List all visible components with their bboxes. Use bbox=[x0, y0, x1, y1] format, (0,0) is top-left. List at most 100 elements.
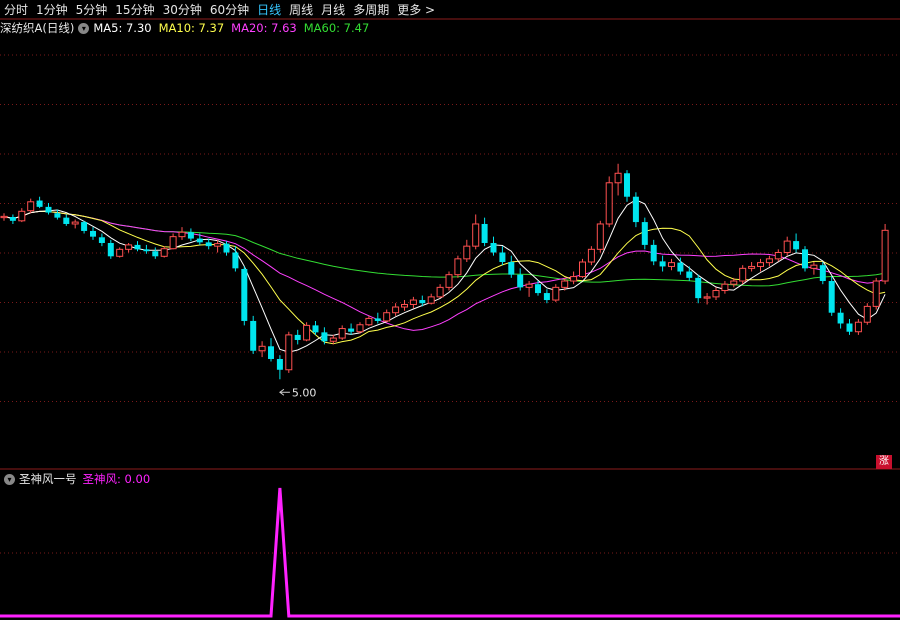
candle-body bbox=[348, 328, 355, 332]
candle-body bbox=[703, 296, 711, 299]
candle-body bbox=[285, 334, 293, 371]
candle-body bbox=[579, 261, 586, 278]
candle-body bbox=[27, 201, 35, 212]
candle-body bbox=[525, 283, 533, 288]
candle-body bbox=[863, 305, 871, 323]
candle-body bbox=[819, 265, 826, 282]
low-price-label: 5.00 bbox=[292, 386, 317, 399]
candle-body bbox=[178, 231, 186, 238]
candle-body bbox=[765, 258, 773, 264]
candle-body bbox=[668, 262, 675, 267]
candle-body bbox=[881, 229, 889, 282]
candle-body bbox=[9, 217, 16, 221]
candle-body bbox=[427, 296, 435, 304]
candle-body bbox=[329, 337, 337, 342]
candle-body bbox=[0, 215, 8, 219]
candle-body bbox=[241, 268, 248, 321]
ma5-line bbox=[3, 199, 886, 353]
candle-body bbox=[837, 312, 844, 324]
candle-body bbox=[561, 280, 569, 288]
candle-body bbox=[303, 324, 311, 341]
candle-body bbox=[187, 232, 194, 239]
candle-body bbox=[587, 248, 595, 263]
candle-body bbox=[730, 280, 738, 285]
candle-body bbox=[258, 345, 266, 352]
candle-body bbox=[321, 332, 328, 342]
candle-body bbox=[810, 264, 818, 269]
rise-badge: 涨 bbox=[876, 455, 892, 469]
candle-body bbox=[312, 325, 319, 333]
candle-body bbox=[854, 321, 862, 333]
candle-body bbox=[828, 281, 835, 313]
candle-body bbox=[739, 267, 747, 282]
candle-body bbox=[872, 280, 880, 307]
candle-body bbox=[490, 242, 497, 253]
candle-body bbox=[81, 222, 88, 231]
candle-body bbox=[614, 172, 622, 184]
kline-chart[interactable]: 5.00 bbox=[0, 0, 900, 620]
candle-body bbox=[543, 293, 550, 301]
candle-body bbox=[232, 252, 239, 269]
candle-body bbox=[686, 271, 693, 278]
candle-body bbox=[107, 242, 114, 257]
candle-body bbox=[409, 299, 417, 305]
candle-body bbox=[160, 248, 168, 257]
candle-body bbox=[605, 182, 613, 225]
candle-body bbox=[169, 236, 177, 250]
candle-body bbox=[650, 244, 657, 262]
candle-body bbox=[401, 303, 408, 308]
candle-body bbox=[205, 242, 212, 247]
candle-body bbox=[846, 323, 853, 332]
candle-body bbox=[677, 262, 684, 272]
candle-body bbox=[338, 328, 346, 339]
ma20-line bbox=[3, 210, 886, 331]
candle-body bbox=[392, 306, 400, 314]
candle-body bbox=[276, 358, 283, 370]
candle-body bbox=[214, 243, 222, 247]
candle-body bbox=[774, 252, 782, 260]
candle-body bbox=[356, 324, 364, 333]
candle-body bbox=[793, 241, 800, 250]
candle-body bbox=[98, 237, 105, 243]
candle-body bbox=[802, 249, 808, 269]
candle-body bbox=[472, 223, 480, 247]
candle-body bbox=[45, 206, 52, 213]
candle-body bbox=[116, 248, 124, 257]
candle-body bbox=[294, 334, 301, 340]
candle-body bbox=[374, 318, 381, 321]
candle-body bbox=[419, 300, 426, 304]
indicator-line bbox=[0, 487, 900, 618]
candle-body bbox=[250, 320, 257, 351]
candle-body bbox=[632, 196, 639, 223]
candle-body bbox=[517, 274, 524, 288]
candle-body bbox=[125, 244, 133, 250]
candle-body bbox=[71, 221, 79, 225]
candle-body bbox=[143, 249, 150, 252]
candle-body bbox=[481, 223, 488, 243]
candle-body bbox=[365, 317, 373, 326]
candle-body bbox=[268, 346, 274, 359]
candle-body bbox=[596, 223, 604, 250]
candle-body bbox=[624, 173, 630, 197]
candle-body bbox=[90, 230, 96, 237]
candle-body bbox=[641, 222, 648, 245]
candle-body bbox=[721, 283, 729, 292]
candle-body bbox=[508, 262, 515, 275]
candle-body bbox=[54, 213, 61, 218]
candle-body bbox=[196, 238, 203, 243]
candle-body bbox=[570, 276, 578, 282]
candle-body bbox=[223, 243, 230, 253]
candle-body bbox=[659, 261, 666, 267]
candle-body bbox=[463, 245, 471, 260]
candle-body bbox=[36, 200, 43, 207]
candle-body bbox=[436, 286, 444, 298]
candle-body bbox=[383, 312, 391, 322]
candle-body bbox=[757, 262, 764, 267]
candle-body bbox=[18, 210, 26, 222]
candle-body bbox=[454, 258, 462, 276]
candle-body bbox=[63, 217, 70, 224]
candle-body bbox=[152, 251, 159, 257]
candle-body bbox=[695, 277, 702, 299]
candle-body bbox=[445, 274, 453, 288]
candle-body bbox=[552, 286, 560, 301]
